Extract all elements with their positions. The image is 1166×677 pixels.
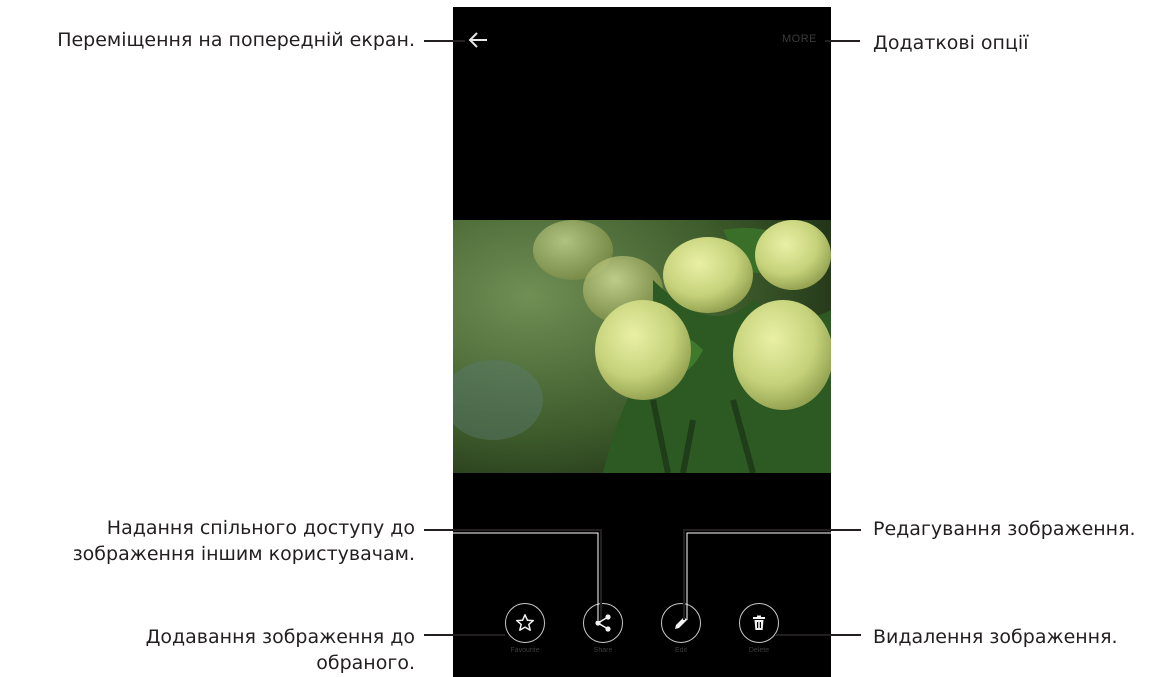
trash-icon — [753, 615, 765, 630]
favourite-circle — [505, 603, 545, 643]
edit-caption: Edit — [674, 647, 688, 654]
annotation-share: Надання спільного доступу до зображення … — [73, 515, 415, 567]
action-bar: Favourite Share Edit Delete — [453, 597, 831, 677]
annotation-favourite-line-2: обраного. — [316, 652, 415, 674]
annotation-share-line-1: Надання спільного доступу до — [106, 517, 415, 539]
favourite-button[interactable]: Favourite — [497, 603, 553, 654]
more-button[interactable]: MORE — [782, 33, 817, 45]
share-circle — [583, 603, 623, 643]
annotation-favourite: Додавання зображення до обраного. — [146, 624, 415, 676]
arrow-left-icon — [468, 32, 487, 48]
annotation-edit: Редагування зображення. — [873, 518, 1136, 540]
delete-button[interactable]: Delete — [731, 603, 787, 654]
pencil-icon — [675, 617, 687, 629]
annotation-delete: Видалення зображення. — [873, 626, 1118, 648]
annotation-back: Переміщення на попередній екран. — [57, 29, 415, 51]
favourite-caption: Favourite — [510, 647, 540, 654]
share-button[interactable]: Share — [575, 603, 631, 654]
back-button[interactable] — [465, 29, 491, 51]
delete-circle — [739, 603, 779, 643]
photo-image — [453, 220, 831, 473]
annotation-more: Додаткові опції — [873, 32, 1029, 54]
star-icon — [515, 614, 535, 631]
annotation-share-line-2: зображення іншим користувачам. — [72, 543, 415, 565]
share-icon — [595, 614, 611, 632]
edit-circle — [661, 603, 701, 643]
phone-screen: MORE Favourite Share Edit Delete — [453, 7, 831, 677]
edit-button[interactable]: Edit — [653, 603, 709, 654]
share-caption: Share — [593, 647, 613, 654]
delete-caption: Delete — [748, 647, 770, 654]
annotation-favourite-line-1: Додавання зображення до — [145, 626, 415, 648]
